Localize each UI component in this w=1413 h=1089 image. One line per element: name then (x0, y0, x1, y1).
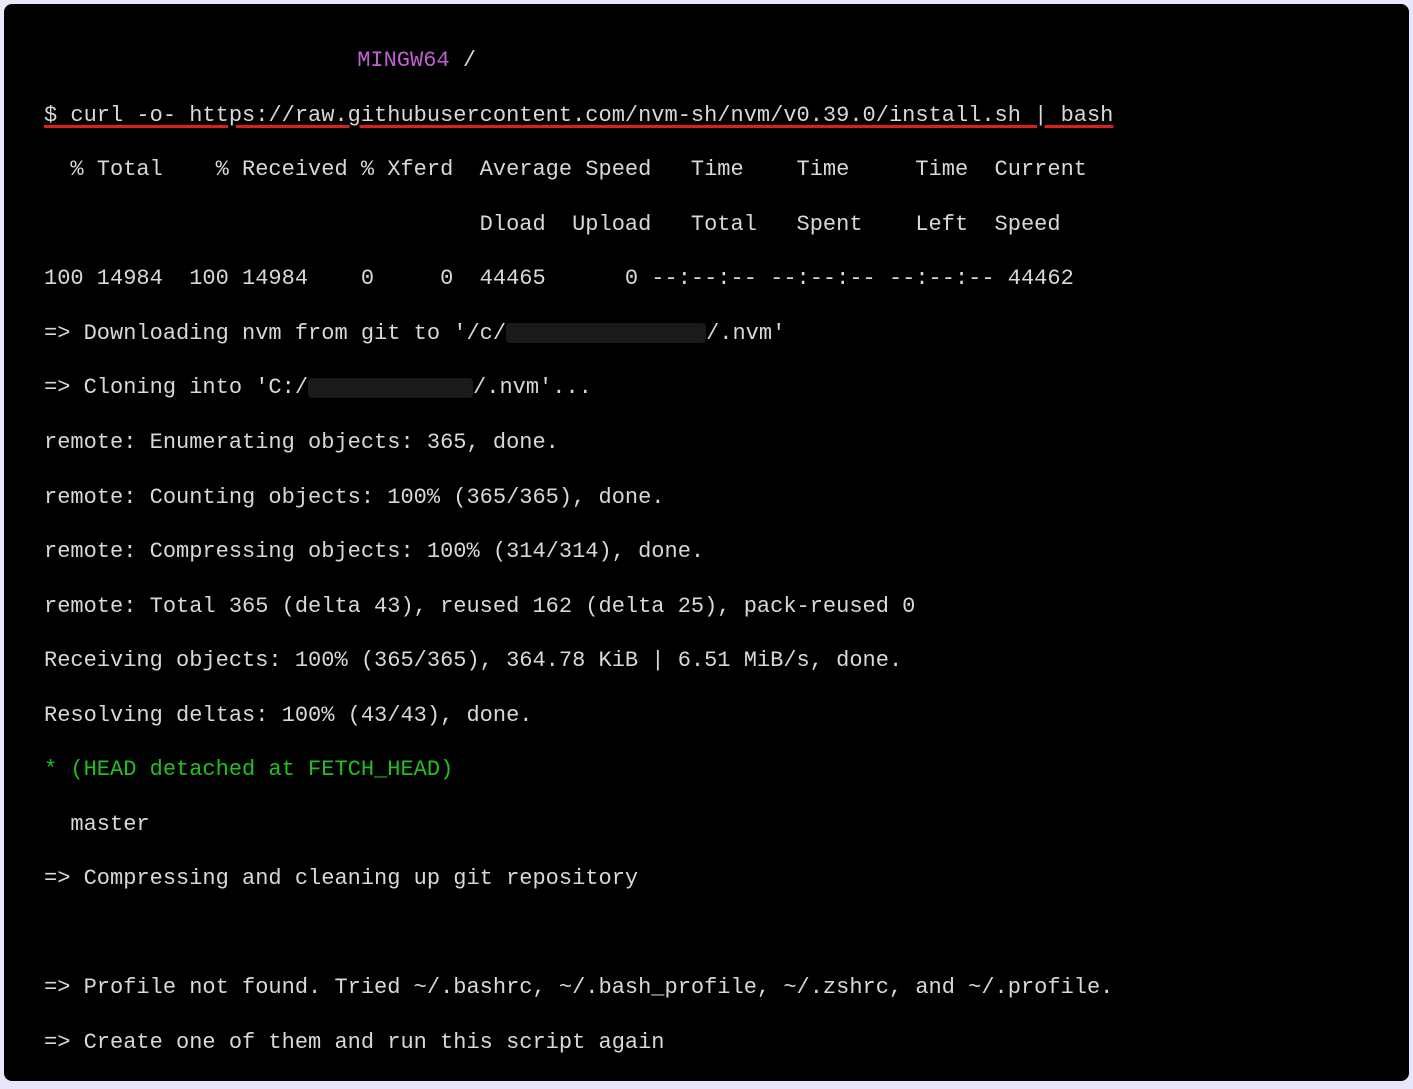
git-output-6: Resolving deltas: 100% (43/43), done. (44, 702, 1401, 729)
redacted-path-1 (506, 323, 706, 343)
git-output-2: remote: Counting objects: 100% (365/365)… (44, 484, 1401, 511)
download-line-2: => Cloning into 'C://.nvm'... (44, 374, 1401, 401)
terminal-window[interactable]: MINGW64 / $ curl -o- https://raw.githubu… (4, 4, 1409, 1081)
redacted-path-2 (308, 378, 473, 398)
compress-line: => Compressing and cleaning up git repos… (44, 865, 1401, 892)
command-text: curl -o- https://raw.githubusercontent.c… (70, 103, 1113, 128)
git-output-4: remote: Total 365 (delta 43), reused 162… (44, 593, 1401, 620)
cwd-path: / (463, 48, 476, 73)
prompt-command-line: $ curl -o- https://raw.githubusercontent… (44, 102, 1401, 129)
curl-header-2: Dload Upload Total Spent Left Speed (44, 211, 1401, 238)
head-detached-text: (HEAD detached at FETCH_HEAD) (70, 757, 453, 782)
prompt-dollar: $ (44, 103, 57, 128)
git-output-5: Receiving objects: 100% (365/365), 364.7… (44, 647, 1401, 674)
head-detached-line: * (HEAD detached at FETCH_HEAD) (44, 756, 1401, 783)
git-output-1: remote: Enumerating objects: 365, done. (44, 429, 1401, 456)
profile-line-1: => Profile not found. Tried ~/.bashrc, ~… (44, 974, 1401, 1001)
redacted-hostname (44, 49, 344, 71)
prompt-host-line: MINGW64 / (44, 47, 1401, 74)
download-line-1: => Downloading nvm from git to '/c//.nvm… (44, 320, 1401, 347)
blank-1 (44, 920, 1401, 947)
profile-line-2: => Create one of them and run this scrip… (44, 1029, 1401, 1056)
curl-stats: 100 14984 100 14984 0 0 44465 0 --:--:--… (44, 265, 1401, 292)
shell-label: MINGW64 (357, 48, 449, 73)
branch-master: master (44, 811, 1401, 838)
curl-header-1: % Total % Received % Xferd Average Speed… (44, 156, 1401, 183)
git-output-3: remote: Compressing objects: 100% (314/3… (44, 538, 1401, 565)
